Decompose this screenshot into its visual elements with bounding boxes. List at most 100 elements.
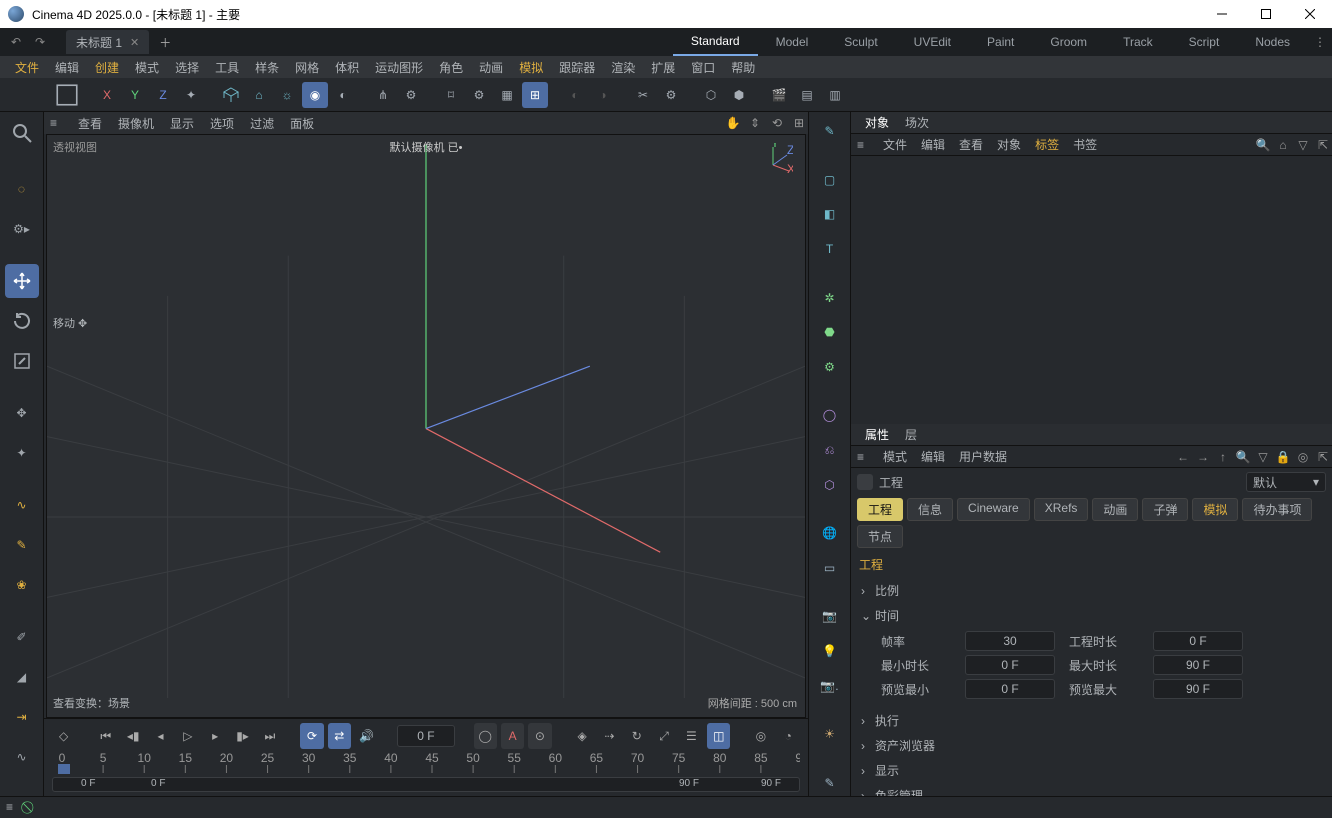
key-scale-icon[interactable]: ⤢ [652,723,675,749]
pill-project[interactable]: 工程 [857,498,903,521]
menu-extensions[interactable]: 扩展 [644,59,682,76]
minimize-button[interactable] [1200,0,1244,28]
render-settings-icon[interactable]: ▥ [822,82,848,108]
vp-menu-panel[interactable]: 面板 [284,115,320,132]
tab-attributes[interactable]: 属性 [857,426,897,443]
axis-x-icon[interactable]: X [94,82,120,108]
prev-key-icon[interactable]: ◂▮ [121,723,144,749]
menu-mograph[interactable]: 运动图形 [368,59,430,76]
model-mode-icon[interactable]: ✥ [5,396,39,430]
menu-animate[interactable]: 动画 [472,59,510,76]
menu-select[interactable]: 选择 [168,59,206,76]
deformer-icon[interactable]: ⋔ [370,82,396,108]
field-icon[interactable]: ⚙ [815,354,845,381]
attr-mode-select[interactable]: 默认▾ [1246,472,1326,492]
rec-scale-icon[interactable]: ⊙ [528,723,551,749]
axis-y-icon[interactable]: Y [122,82,148,108]
timeline-ruler[interactable]: 051015202530354045505560657075808590 [52,751,800,775]
attr-lock-icon[interactable]: 🔒 [1274,448,1292,466]
menu-volume[interactable]: 体积 [328,59,366,76]
frame-range-icon[interactable]: ⇄ [328,723,351,749]
null-icon[interactable]: ✎ [815,769,845,796]
pill-bullet[interactable]: 子弹 [1142,498,1188,521]
pill-anim[interactable]: 动画 [1092,498,1138,521]
goto-start-icon[interactable]: ⏮ [94,723,117,749]
layout-track[interactable]: Track [1105,28,1171,56]
viewport-burger-icon[interactable]: ≡ [50,116,68,130]
light-icon[interactable]: ☼ [274,82,300,108]
poly-mode-icon[interactable]: ❀ [5,568,39,602]
snap-settings-icon[interactable]: ⚙ [466,82,492,108]
uv-settings-icon[interactable]: ⚙ [658,82,684,108]
axis-tool-icon[interactable]: ✦ [178,82,204,108]
frame-all-icon[interactable] [54,82,80,108]
attr-back-icon[interactable]: ← [1174,448,1192,466]
live-select-icon[interactable]: ◌ [5,172,39,206]
dope-icon[interactable]: ◔ [777,723,800,749]
vp-axis-gizmo[interactable]: Y X Z [763,143,793,173]
menu-file[interactable]: 文件 [8,59,46,76]
obj-menu-bookmarks[interactable]: 书签 [1067,136,1103,153]
layout-nodes[interactable]: Nodes [1237,28,1308,56]
deform-icon[interactable]: ◯ [815,402,845,429]
current-frame-field[interactable]: 0 F [397,725,455,747]
vp-menu-camera[interactable]: 摄像机 [112,115,160,132]
fcurve-icon[interactable]: ◎ [749,723,772,749]
sec-display[interactable]: ›显示 [857,759,1326,782]
key-pla-icon[interactable]: ◫ [707,723,730,749]
pill-sim[interactable]: 模拟 [1192,498,1238,521]
autokey-icon[interactable]: ◈ [570,723,593,749]
rs-light-icon[interactable]: 📷. [815,673,845,700]
render-icon[interactable]: ⬡ [698,82,724,108]
layout-script[interactable]: Script [1171,28,1238,56]
select-settings-icon[interactable]: ⚙▸ [5,212,39,246]
menu-window[interactable]: 窗口 [684,59,722,76]
light-add-icon[interactable]: 💡 [815,638,845,665]
layout-model[interactable]: Model [758,28,827,56]
pill-info[interactable]: 信息 [907,498,953,521]
field-prevmin[interactable]: 0 F [965,679,1055,699]
layout-standard[interactable]: Standard [673,28,758,56]
menu-mode[interactable]: 模式 [128,59,166,76]
camera-icon[interactable]: ⌂ [246,82,272,108]
field-minlen[interactable]: 0 F [965,655,1055,675]
obj-filter-icon[interactable]: ▽ [1294,136,1312,154]
key-param-icon[interactable]: ☰ [680,723,703,749]
object-tree[interactable] [851,156,1332,424]
axis-z-icon[interactable]: Z [150,82,176,108]
pill-todo[interactable]: 待办事项 [1242,498,1312,521]
prev-frame-icon[interactable]: ◂ [149,723,172,749]
tab-layers[interactable]: 层 [897,426,925,443]
sym2-icon[interactable]: ◑ [590,82,616,108]
sec-time[interactable]: ⌄时间 [857,604,1326,627]
cube-icon[interactable] [218,82,244,108]
attr-menu-edit[interactable]: 编辑 [915,448,951,465]
redo-icon[interactable]: ↷ [28,30,52,54]
obj-menu-tags[interactable]: 标签 [1029,136,1065,153]
text-prim-icon[interactable]: T [815,236,845,263]
menu-help[interactable]: 帮助 [724,59,762,76]
menu-tracker[interactable]: 跟踪器 [552,59,602,76]
obj-menu-view[interactable]: 查看 [953,136,989,153]
new-tab-button[interactable]: ＋ [155,34,175,51]
rec-rot-icon[interactable]: A [501,723,524,749]
vp-menu-display[interactable]: 显示 [164,115,200,132]
attr-popout-icon[interactable]: ⇱ [1314,448,1332,466]
grid-icon[interactable]: ▦ [494,82,520,108]
sky-icon[interactable]: 🌐 [815,520,845,547]
tab-objects[interactable]: 对象 [857,114,897,131]
plane-prim-icon[interactable]: ▢ [815,166,845,193]
layout-uvedit[interactable]: UVEdit [896,28,969,56]
menu-simulate[interactable]: 模拟 [512,59,550,76]
key-rot-icon[interactable]: ↻ [625,723,648,749]
status-burger-icon[interactable]: ≡ [6,800,22,816]
attr-new-icon[interactable]: ◎ [1294,448,1312,466]
vp-orbit-icon[interactable]: ⟲ [768,114,786,132]
uv-icon[interactable]: ✂ [630,82,656,108]
menu-spline[interactable]: 样条 [248,59,286,76]
close-tab-icon[interactable]: ✕ [130,36,139,49]
field-prevmax[interactable]: 90 F [1153,679,1243,699]
cloner-icon[interactable]: ✲ [815,284,845,311]
cube-prim-icon[interactable]: ◧ [815,201,845,228]
sec-color[interactable]: ›色彩管理 [857,784,1326,796]
